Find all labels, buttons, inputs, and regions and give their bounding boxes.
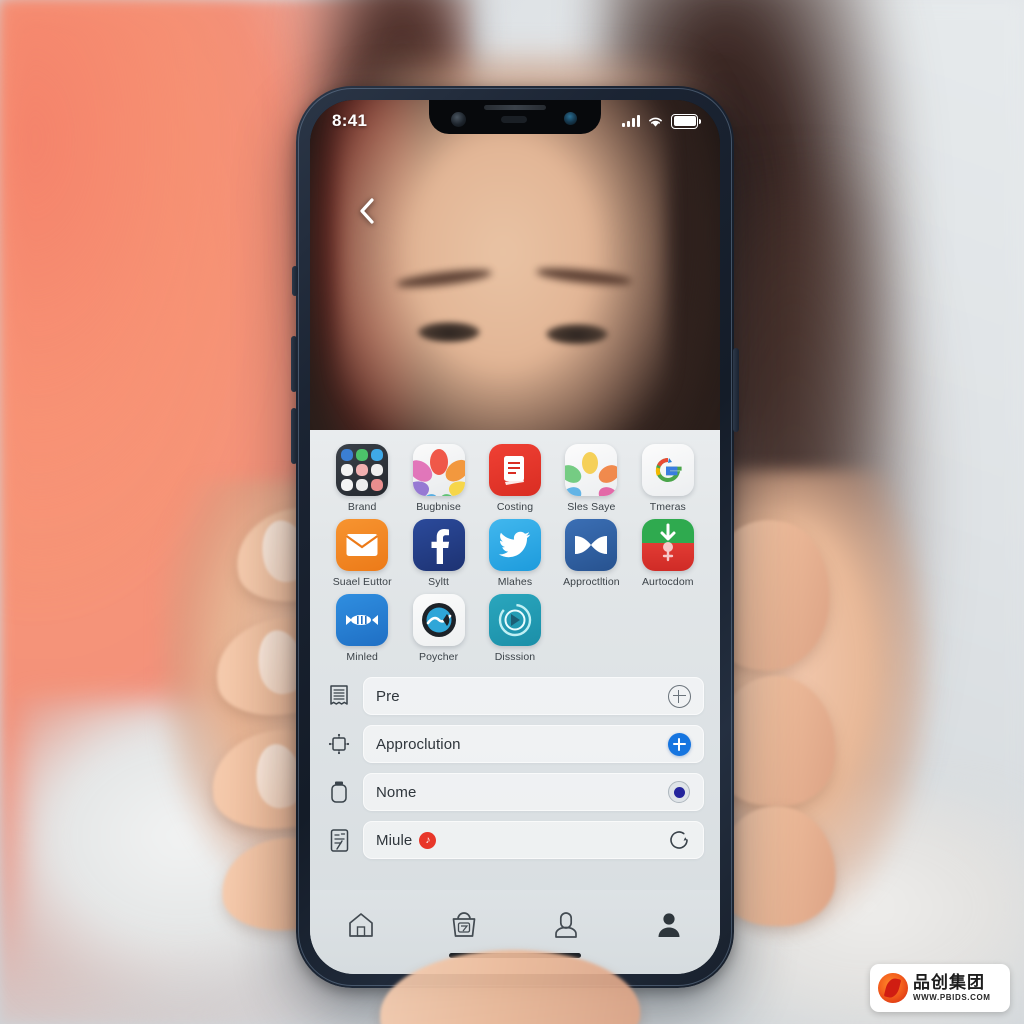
volume-up-button[interactable] [291,336,297,392]
row-label: Nome [376,783,417,801]
photo-scene: 8:41 Brand Bugbnise Costing Sles Saye Tm… [0,0,1024,1024]
signal-bars-icon [622,115,640,127]
refresh-icon[interactable] [667,828,691,852]
watermark-logo: 品创集团 WWW.PBIDS.COM [870,964,1010,1012]
smartphone-device: 8:41 Brand Bugbnise Costing Sles Saye Tm… [291,86,739,988]
watermark-url: WWW.PBIDS.COM [913,993,991,1002]
status-indicators [622,113,701,129]
app-tile-syltt[interactable]: Syltt [400,519,476,588]
app-label: Tmeras [649,501,686,513]
app-tile-aurtocdom[interactable]: Aurtocdom [630,519,706,588]
status-clock: 8:41 [332,111,368,130]
row-label: Miule [376,831,413,849]
wallpaper-eye-right [546,324,608,344]
list-row[interactable]: Miule ♪ [326,821,704,859]
app-tile-sles-saye[interactable]: Sles Saye [553,444,629,513]
app-tile-suael-euttor[interactable]: Suael Euttor [324,519,400,588]
app-grid: Brand Bugbnise Costing Sles Saye Tmeras … [324,444,706,663]
app-label: Bugbnise [416,501,461,513]
folder-icon [336,444,389,496]
app-tile-disssion[interactable]: Disssion [477,594,553,663]
app-label: Mlahes [497,576,533,588]
wifi-icon [649,117,662,127]
person-filled-icon [658,913,680,937]
fish-icon [336,594,389,646]
app-tile-mlahes[interactable]: Mlahes [477,519,553,588]
volume-down-button[interactable] [291,408,297,464]
home-icon [349,913,374,937]
app-label: Aurtocdom [641,576,694,588]
chevron-left-icon [360,198,374,224]
battery-icon [671,113,701,129]
phone-screen: 8:41 Brand Bugbnise Costing Sles Saye Tm… [310,100,720,974]
row-label: Pre [376,687,400,705]
list-row[interactable]: Nome [326,773,704,811]
back-button[interactable] [352,196,382,226]
app-label: Poycher [418,651,459,663]
tab-account-active[interactable] [641,904,697,946]
receipt-icon [326,681,352,711]
row-field[interactable]: Approclution [363,725,704,763]
row-field[interactable]: Nome [363,773,704,811]
app-tile-approctltion[interactable]: Approctltion [553,519,629,588]
blue-dot-icon[interactable] [667,780,691,804]
facebook-icon [412,519,465,571]
app-launcher-panel: Brand Bugbnise Costing Sles Saye Tmeras … [310,430,720,974]
wallpaper-face [338,100,668,430]
document-icon [488,444,541,496]
tab-profile-outline[interactable] [538,904,594,946]
crop-frame-icon [326,729,352,759]
app-tile-costing[interactable]: Costing [477,444,553,513]
power-button[interactable] [733,348,739,432]
flower-icon [412,444,465,496]
app-label: Approctltion [563,576,620,588]
app-label: Suael Euttor [332,576,392,588]
folder-mini-grid [341,449,384,491]
basket-icon [452,912,476,937]
app-tile-bugbnise[interactable]: Bugbnise [400,444,476,513]
download-arrow-icon [641,519,694,571]
mute-switch[interactable] [292,266,298,296]
compass-dial-icon [412,594,465,646]
photos-icon [565,444,618,496]
watermark-text: 品创集团 WWW.PBIDS.COM [913,974,991,1002]
mail-envelope-icon [336,519,389,571]
row-field[interactable]: Pre [363,677,704,715]
app-tile-tmeras[interactable]: Tmeras [630,444,706,513]
app-label: Sles Saye [567,501,616,513]
app-tile-brand[interactable]: Brand [324,444,400,513]
app-label: Minled [346,651,378,663]
watermark-brand: 品创集团 [913,973,985,992]
settings-list: Pre Approclution Nome Miule ♪ [324,677,706,859]
list-row[interactable]: Pre [326,677,704,715]
plus-filled-icon[interactable] [667,732,691,756]
app-label: Costing [496,501,534,513]
wallpaper [310,100,720,430]
list-row[interactable]: Approclution [326,725,704,763]
twitter-bird-icon [488,519,541,571]
app-label: Disssion [494,651,536,663]
row-label: Approclution [376,735,461,753]
leaf-circle-icon [878,973,908,1003]
plus-outline-icon[interactable] [667,684,691,708]
wallpaper-eye-left [418,322,480,342]
bowtie-icon [565,519,618,571]
music-badge: ♪ [419,831,437,849]
app-tile-poycher[interactable]: Poycher [400,594,476,663]
google-g-icon [641,444,694,496]
tab-home[interactable] [333,904,389,946]
status-bar: 8:41 [310,100,720,142]
note-icon [326,825,352,855]
person-outline-icon [555,912,578,938]
app-tile-minled[interactable]: Minled [324,594,400,663]
jar-icon [326,777,352,807]
app-label: Syltt [428,576,450,588]
app-label: Brand [347,501,377,513]
row-field[interactable]: Miule ♪ [363,821,704,859]
tab-basket[interactable] [436,904,492,946]
radar-icon [488,594,541,646]
